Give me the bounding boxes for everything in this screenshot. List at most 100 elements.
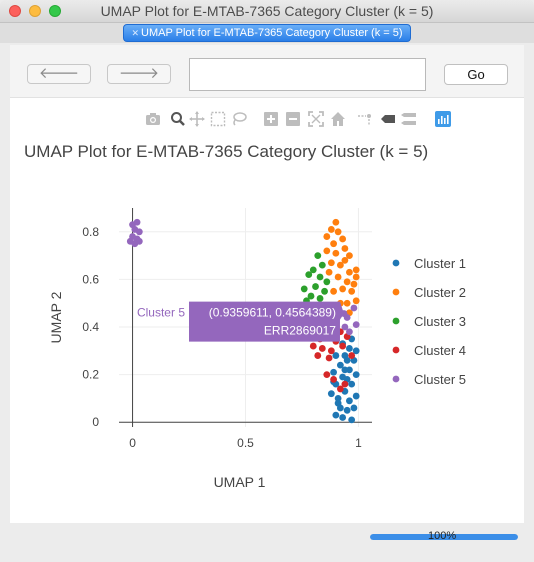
spike-lines-icon[interactable]: [356, 110, 374, 128]
y-tick-label: 0.2: [82, 368, 99, 382]
hover-compare-icon[interactable]: [400, 110, 418, 128]
data-point: [330, 368, 337, 376]
data-point: [352, 371, 360, 379]
data-point: [339, 235, 347, 243]
tab-umap-plot[interactable]: ✕ UMAP Plot for E-MTAB-7365 Category Clus…: [123, 24, 411, 42]
legend-label: Cluster 1: [414, 256, 466, 271]
hover-sample-id: ERR2869017: [264, 324, 336, 338]
data-point: [341, 380, 349, 388]
data-point: [327, 259, 335, 267]
home-icon[interactable]: [329, 110, 347, 128]
plotly-logo-icon[interactable]: [434, 110, 452, 128]
zoom-in-icon[interactable]: [262, 110, 280, 128]
arrow-left-icon: 🡐: [38, 65, 80, 82]
data-point: [305, 271, 313, 279]
data-point: [343, 278, 351, 286]
data-point: [341, 366, 349, 374]
data-point: [318, 345, 326, 352]
data-point: [312, 283, 319, 290]
data-point: [348, 352, 356, 359]
close-icon[interactable]: ✕: [131, 28, 139, 38]
tab-strip: ✕ UMAP Plot for E-MTAB-7365 Category Clus…: [0, 23, 534, 43]
data-point: [330, 287, 337, 295]
autoscale-icon[interactable]: [307, 110, 325, 128]
data-point: [346, 328, 353, 336]
y-tick-label: 0.8: [82, 225, 99, 239]
data-point: [352, 273, 360, 281]
data-point: [350, 280, 358, 288]
data-point: [323, 371, 331, 379]
data-point: [339, 342, 347, 350]
progress-label: 100%: [428, 530, 457, 542]
navigation-toolbar: 🡐 🡒 Go: [10, 45, 524, 98]
data-point: [336, 404, 344, 412]
legend-label: Cluster 3: [414, 314, 466, 329]
data-point: [330, 240, 337, 248]
data-point: [352, 297, 360, 305]
zoom-icon[interactable]: [169, 110, 187, 128]
legend-label: Cluster 4: [414, 343, 466, 358]
data-point: [135, 228, 143, 236]
data-point: [346, 397, 353, 405]
legend-marker: [392, 375, 400, 383]
app-window: UMAP Plot for E-MTAB-7365 Category Clust…: [0, 0, 534, 562]
forward-button[interactable]: 🡒: [107, 64, 171, 84]
data-point: [300, 285, 308, 293]
lasso-icon[interactable]: [230, 110, 248, 128]
hover-series-name: Cluster 5: [137, 306, 185, 320]
legend-label: Cluster 2: [414, 285, 466, 300]
data-point: [352, 266, 360, 274]
data-point: [352, 392, 360, 400]
url-input[interactable]: [189, 58, 426, 91]
x-tick-label: 1: [355, 436, 362, 450]
data-point: [343, 299, 351, 307]
data-point: [332, 249, 340, 257]
data-point: [327, 226, 335, 233]
legend-marker: [392, 317, 400, 325]
tab-label: UMAP Plot for E-MTAB-7365 Category Clust…: [141, 27, 403, 39]
box-select-icon[interactable]: [209, 110, 227, 128]
legend-marker: [392, 288, 400, 296]
title-bar[interactable]: UMAP Plot for E-MTAB-7365 Category Clust…: [0, 0, 534, 23]
data-point: [314, 252, 322, 260]
data-point: [350, 304, 358, 312]
data-point: [343, 406, 351, 414]
data-point: [341, 256, 349, 264]
plot-content-area: 0 0.5 1 0 0.2 0.4 0.6 0.8 UMAP 1 UMAP 2 Cluster 1 C…: [10, 98, 524, 523]
data-point: [323, 247, 331, 255]
window-title: UMAP Plot for E-MTAB-7365 Category Clust…: [100, 3, 434, 19]
data-point: [325, 354, 333, 362]
arrow-right-icon: 🡒: [118, 65, 160, 82]
data-point: [323, 233, 331, 240]
data-point: [334, 395, 342, 402]
data-point: [325, 268, 333, 276]
camera-icon[interactable]: [144, 110, 162, 128]
data-point: [323, 278, 331, 286]
data-point: [339, 285, 347, 293]
data-point: [352, 321, 360, 329]
data-point: [348, 287, 356, 295]
data-point: [327, 390, 335, 398]
data-point: [346, 345, 353, 352]
data-point: [316, 273, 324, 281]
data-point: [334, 273, 342, 281]
data-point: [350, 404, 358, 412]
data-point: [341, 245, 349, 252]
status-bar: 100%: [10, 524, 524, 548]
zoom-out-icon[interactable]: [284, 110, 302, 128]
data-point: [332, 218, 340, 226]
y-axis-title: UMAP 2: [48, 291, 64, 343]
pan-icon[interactable]: [188, 110, 206, 128]
data-point: [321, 287, 328, 295]
x-tick-label: 0.5: [237, 436, 254, 450]
plot-modebar: [144, 110, 494, 130]
data-point: [346, 268, 353, 276]
hover-closest-icon[interactable]: [379, 110, 397, 128]
data-point: [330, 375, 337, 383]
y-tick-label: 0.4: [82, 320, 99, 334]
data-point: [334, 228, 342, 236]
data-point: [332, 411, 340, 419]
data-point: [339, 414, 347, 421]
go-button[interactable]: Go: [444, 64, 508, 85]
back-button[interactable]: 🡐: [27, 64, 91, 84]
